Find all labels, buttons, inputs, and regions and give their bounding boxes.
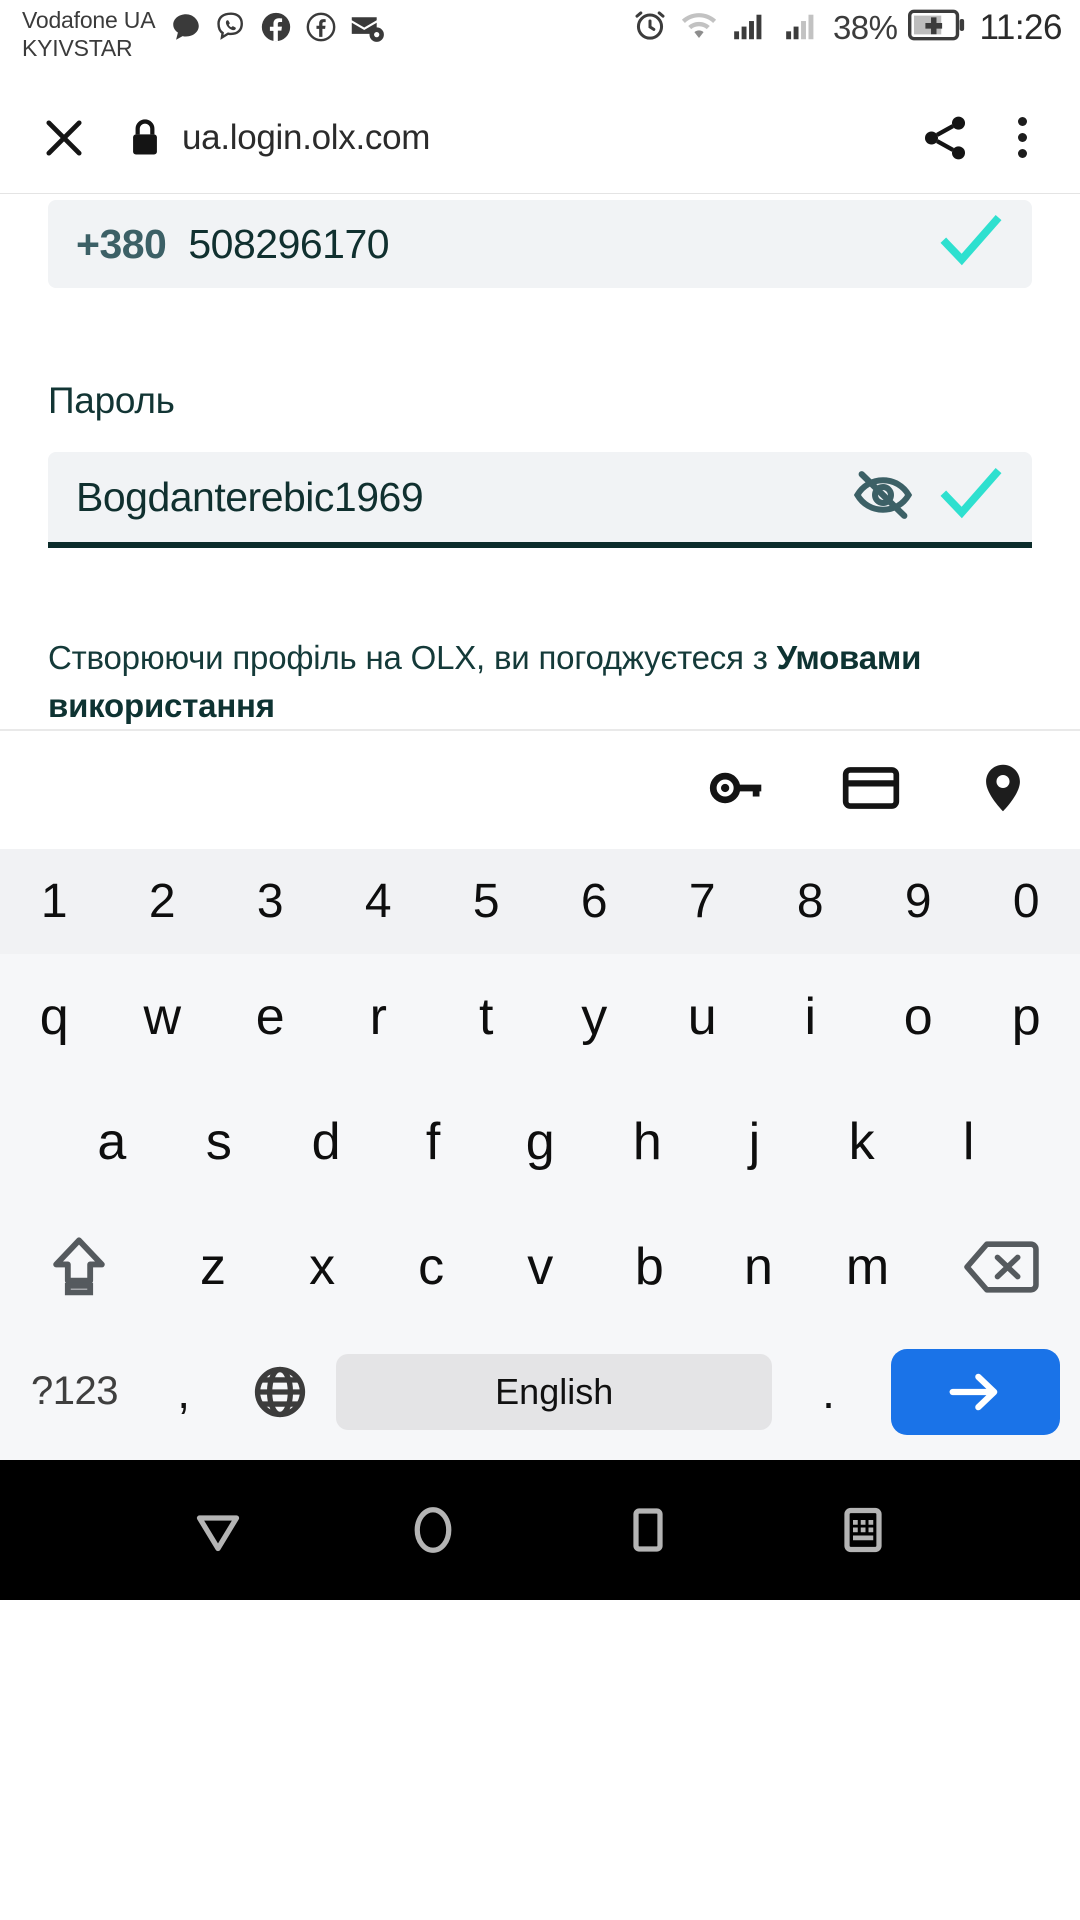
key-1[interactable]: 1 xyxy=(0,849,108,954)
keyboard-row-1: q w e r t y u i o p xyxy=(0,954,1080,1079)
wifi-icon xyxy=(679,6,719,49)
location-pin-icon[interactable] xyxy=(974,757,1032,824)
check-icon xyxy=(938,465,1004,530)
backspace-icon[interactable] xyxy=(922,1204,1080,1329)
key-l[interactable]: l xyxy=(915,1079,1022,1204)
status-bar: Vodafone UA KYIVSTAR 38% 11:26 xyxy=(0,0,1080,82)
key-2[interactable]: 2 xyxy=(108,849,216,954)
key-m[interactable]: m xyxy=(813,1204,922,1329)
share-icon[interactable] xyxy=(914,107,976,169)
back-triangle-icon[interactable] xyxy=(172,1484,264,1576)
key-h[interactable]: h xyxy=(594,1079,701,1204)
key-4[interactable]: 4 xyxy=(324,849,432,954)
comma-key[interactable]: , xyxy=(135,1329,232,1454)
key-p[interactable]: p xyxy=(972,954,1080,1079)
url-text[interactable]: ua.login.olx.com xyxy=(182,118,430,158)
facebook-icon xyxy=(259,10,293,49)
alarm-icon xyxy=(631,6,669,49)
password-label: Пароль xyxy=(48,380,175,421)
key-3[interactable]: 3 xyxy=(216,849,324,954)
lock-icon xyxy=(126,116,164,160)
key-7[interactable]: 7 xyxy=(648,849,756,954)
viber-icon xyxy=(214,10,248,49)
home-circle-icon[interactable] xyxy=(387,1484,479,1576)
facebook-messenger-icon xyxy=(304,10,338,49)
autofill-suggestion-bar xyxy=(0,729,1080,849)
globe-icon[interactable] xyxy=(232,1329,329,1454)
android-nav-bar xyxy=(0,1460,1080,1600)
message-icon xyxy=(169,10,203,49)
terms-text: Створюючи профіль на OLX, ви погоджуєтес… xyxy=(48,634,1032,730)
key-f[interactable]: f xyxy=(379,1079,486,1204)
terms-prefix: Створюючи профіль на OLX, ви погоджуєтес… xyxy=(48,639,777,676)
key-t[interactable]: t xyxy=(432,954,540,1079)
password-field-icons xyxy=(850,465,1004,530)
hide-keyboard-icon[interactable] xyxy=(817,1484,909,1576)
eye-off-icon[interactable] xyxy=(850,466,916,529)
keyboard-row-3: z x c v b n m xyxy=(0,1204,1080,1329)
shift-icon[interactable] xyxy=(0,1204,158,1329)
recents-square-icon[interactable] xyxy=(602,1484,694,1576)
phone-field[interactable]: +380 508296170 xyxy=(48,200,1032,288)
phone-screen: Vodafone UA KYIVSTAR 38% 11:26 ua.login.… xyxy=(0,0,1080,1920)
key-j[interactable]: j xyxy=(701,1079,808,1204)
keyboard-row-2: a s d f g h j k l xyxy=(0,1079,1080,1204)
battery-percent: 38% xyxy=(832,8,898,46)
carrier-line-1: Vodafone UA xyxy=(22,7,156,33)
key-6[interactable]: 6 xyxy=(540,849,648,954)
credit-card-icon[interactable] xyxy=(840,757,902,824)
spacebar-key[interactable]: English xyxy=(336,1353,772,1430)
key-b[interactable]: b xyxy=(595,1204,704,1329)
phone-prefix: +380 xyxy=(76,220,167,267)
signal-sim1-icon xyxy=(729,6,771,49)
keyboard-row-4: ?123 , English . xyxy=(0,1329,1080,1454)
password-value[interactable]: Bogdanterebic1969 xyxy=(76,474,424,521)
overflow-menu-icon[interactable] xyxy=(998,107,1046,169)
key-r[interactable]: r xyxy=(324,954,432,1079)
key-9[interactable]: 9 xyxy=(864,849,972,954)
key-v[interactable]: v xyxy=(485,1204,594,1329)
enter-arrow-icon[interactable] xyxy=(890,1348,1060,1435)
key-5[interactable]: 5 xyxy=(432,849,540,954)
key-icon[interactable] xyxy=(706,757,768,824)
signal-sim2-icon xyxy=(781,6,823,49)
carrier-line-2: KYIVSTAR xyxy=(22,35,133,61)
status-clock: 11:26 xyxy=(979,7,1063,47)
password-field[interactable]: Bogdanterebic1969 xyxy=(48,452,1032,548)
key-s[interactable]: s xyxy=(165,1079,272,1204)
key-a[interactable]: a xyxy=(58,1079,165,1204)
login-form-page: +380 508296170 Пароль Bogdanterebic1969 xyxy=(0,194,1080,729)
status-notification-icons xyxy=(169,10,385,49)
period-key[interactable]: . xyxy=(780,1329,877,1454)
battery-charging-icon xyxy=(907,7,966,48)
key-8[interactable]: 8 xyxy=(756,849,864,954)
email-sync-icon xyxy=(349,10,385,49)
key-e[interactable]: e xyxy=(216,954,324,1079)
key-c[interactable]: c xyxy=(376,1204,485,1329)
status-right-group: 38% 11:26 xyxy=(631,6,1062,49)
phone-field-icons xyxy=(938,212,1004,277)
key-i[interactable]: i xyxy=(756,954,864,1079)
carrier-names: Vodafone UA KYIVSTAR xyxy=(22,6,156,62)
key-k[interactable]: k xyxy=(808,1079,915,1204)
key-o[interactable]: o xyxy=(864,954,972,1079)
key-w[interactable]: w xyxy=(108,954,216,1079)
key-x[interactable]: x xyxy=(267,1204,376,1329)
key-0[interactable]: 0 xyxy=(972,849,1080,954)
phone-number-value[interactable]: 508296170 xyxy=(188,221,389,268)
key-z[interactable]: z xyxy=(158,1204,267,1329)
key-d[interactable]: d xyxy=(272,1079,379,1204)
keyboard-number-row: 1 2 3 4 5 6 7 8 9 0 xyxy=(0,849,1080,954)
key-u[interactable]: u xyxy=(648,954,756,1079)
key-q[interactable]: q xyxy=(0,954,108,1079)
symbols-key[interactable]: ?123 xyxy=(14,1329,135,1454)
key-n[interactable]: n xyxy=(704,1204,813,1329)
close-icon[interactable] xyxy=(34,108,94,168)
key-y[interactable]: y xyxy=(540,954,648,1079)
browser-toolbar: ua.login.olx.com xyxy=(0,82,1080,194)
check-icon xyxy=(938,212,1004,277)
on-screen-keyboard: 1 2 3 4 5 6 7 8 9 0 q w e r t y u i o p … xyxy=(0,849,1080,1460)
key-g[interactable]: g xyxy=(486,1079,593,1204)
